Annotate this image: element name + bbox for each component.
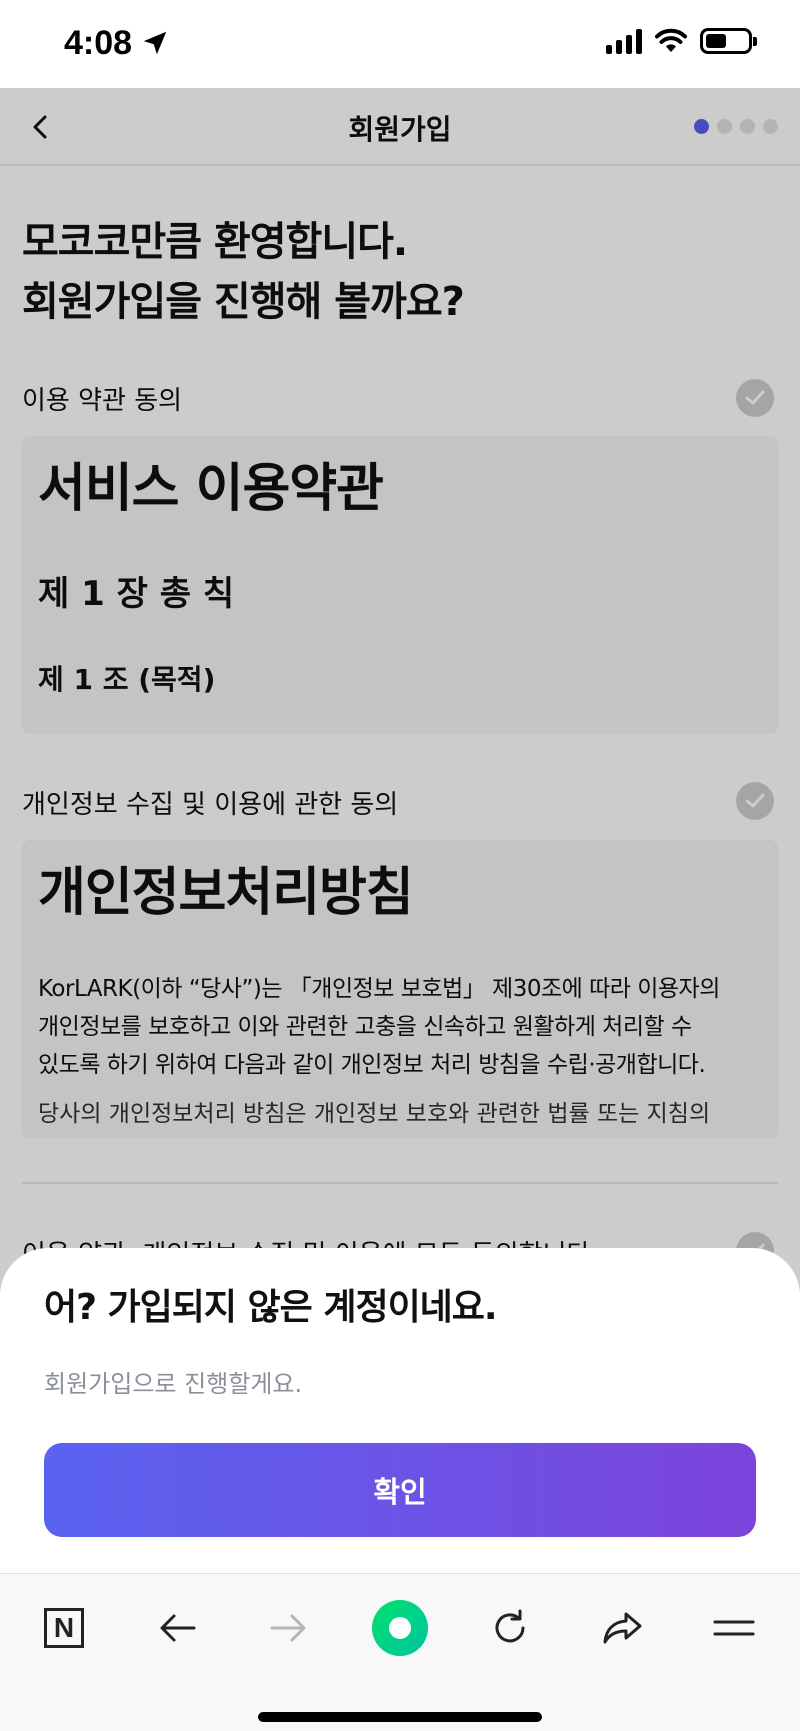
green-dot-icon [372, 1600, 428, 1656]
status-bar: 4:08 [0, 0, 800, 88]
share-icon [603, 1612, 642, 1644]
sheet-subtitle: 회원가입으로 진행할게요. [44, 1370, 303, 1398]
wifi-icon [655, 28, 687, 52]
confirm-button[interactable]: 확인 [44, 1443, 756, 1537]
browser-back-button[interactable] [150, 1600, 206, 1656]
location-arrow-icon [143, 31, 167, 55]
browser-toolbar: N [0, 1573, 800, 1731]
forward-arrow-icon [270, 1614, 306, 1642]
status-indicators [606, 28, 757, 54]
unregistered-account-sheet: 어? 가입되지 않은 계정이네요. 회원가입으로 진행할게요. 확인 [0, 1248, 800, 1573]
naver-home-icon: N [44, 1608, 84, 1648]
refresh-button[interactable] [482, 1600, 538, 1656]
status-time: 4:08 [64, 24, 133, 62]
browser-forward-button[interactable] [260, 1600, 316, 1656]
back-arrow-icon [160, 1614, 196, 1642]
naver-home-button[interactable]: N [36, 1600, 92, 1656]
battery-icon [700, 28, 757, 54]
signal-icon [606, 28, 642, 54]
refresh-icon [495, 1609, 525, 1643]
home-indicator[interactable] [258, 1712, 542, 1722]
share-button[interactable] [594, 1600, 650, 1656]
green-dot-button[interactable] [372, 1600, 428, 1656]
menu-button[interactable] [706, 1600, 762, 1656]
sheet-title: 어? 가입되지 않은 계정이네요. [44, 1287, 498, 1328]
menu-icon [713, 1620, 755, 1636]
